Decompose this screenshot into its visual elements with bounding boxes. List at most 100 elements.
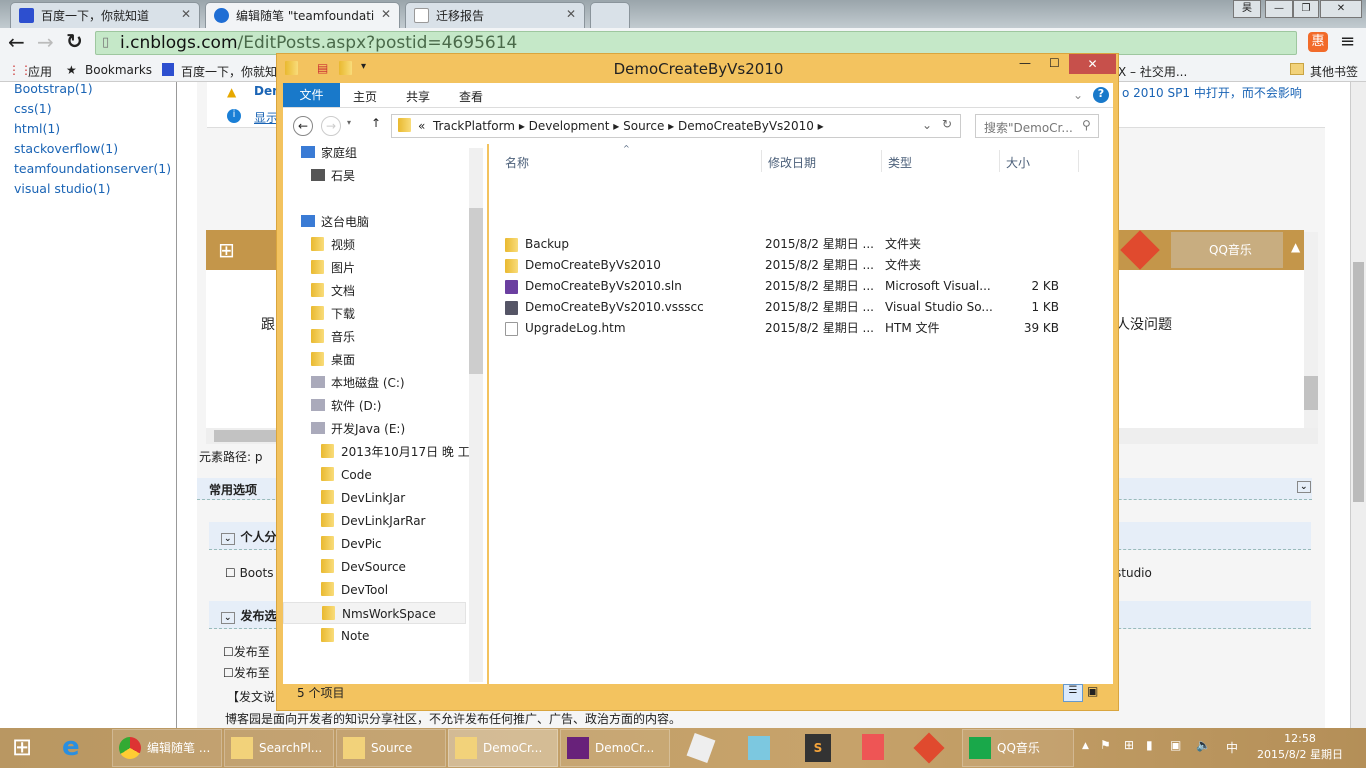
nav-item[interactable]: 家庭组 [283, 144, 466, 164]
collapse-icon[interactable]: ⌄ [221, 533, 235, 545]
category-checkbox[interactable]: ☐ Boots [225, 566, 273, 580]
nav-item[interactable]: 视频 [283, 234, 466, 256]
breadcrumb-item[interactable]: Development [529, 119, 610, 133]
taskbar-explorer-source[interactable]: Source [336, 729, 446, 767]
nav-item[interactable]: 本地磁盘 (C:) [283, 372, 466, 394]
nav-item[interactable]: 音乐 [283, 326, 466, 348]
paint-brush-icon[interactable] [686, 732, 716, 764]
new-tab-button[interactable] [590, 2, 630, 28]
minimize-button[interactable]: — [1265, 0, 1293, 18]
nav-item[interactable]: 开发Java (E:) [283, 418, 466, 440]
info-link[interactable]: 显示 [254, 109, 278, 126]
nav-item[interactable]: DevLinkJar [283, 487, 466, 509]
tab-view[interactable]: 查看 [459, 88, 483, 105]
taskbar-explorer-democr[interactable]: DemoCr... [448, 729, 558, 767]
bookmark-apps[interactable]: 应用 [28, 63, 52, 80]
breadcrumb-item[interactable]: TrackPlatform [433, 119, 515, 133]
ime-indicator[interactable]: 中 [1226, 739, 1238, 756]
bookmark-social[interactable]: X – 社交用... [1118, 63, 1187, 80]
column-name[interactable]: 名称 [505, 154, 529, 171]
close-button[interactable]: ✕ [1069, 54, 1116, 74]
notes-icon[interactable] [748, 736, 770, 760]
other-bookmarks[interactable]: 其他书签 [1310, 63, 1358, 80]
file-row[interactable]: DemoCreateByVs2010.vssscc 2015/8/2 星期日 ..… [489, 297, 1089, 318]
file-row[interactable]: Backup 2015/8/2 星期日 ... 文件夹 [489, 234, 1089, 255]
tab-edit-post[interactable]: 编辑随笔 "teamfoundati ✕ [205, 2, 400, 28]
taskbar-visual-studio[interactable]: DemoCr... [560, 729, 670, 767]
taskbar-chrome[interactable]: 编辑随笔 ... [112, 729, 222, 767]
search-input[interactable]: 搜索"DemoCr... ⚲ [975, 114, 1099, 138]
tab-share[interactable]: 共享 [406, 88, 430, 105]
nav-item[interactable]: 图片 [283, 257, 466, 279]
nav-item[interactable]: Code [283, 464, 466, 486]
tag-link[interactable]: stackoverflow(1) [14, 142, 176, 162]
tag-link[interactable]: css(1) [14, 102, 176, 122]
column-size[interactable]: 大小 [999, 150, 1079, 172]
sublime-icon[interactable]: S [805, 734, 831, 762]
nav-item[interactable]: 2013年10月17日 晚 工 [283, 441, 470, 463]
close-tab-icon[interactable]: ✕ [181, 7, 191, 21]
file-row[interactable]: DemoCreateByVs2010 2015/8/2 星期日 ... 文件夹 [489, 255, 1089, 276]
tab-file[interactable]: 文件 [283, 83, 340, 107]
nav-item[interactable]: 这台电脑 [283, 211, 466, 233]
close-window-button[interactable]: ✕ [1320, 0, 1362, 18]
collapse-icon[interactable]: ⌄ [221, 612, 235, 624]
nav-item[interactable]: NmsWorkSpace [283, 602, 466, 624]
reload-icon[interactable]: ↻ [66, 29, 83, 53]
git-icon[interactable] [913, 732, 945, 764]
extension-hui-icon[interactable]: 惠 [1308, 32, 1328, 52]
refresh-icon[interactable]: ↻ [942, 117, 952, 131]
tag-link[interactable]: teamfoundationserver(1) [14, 162, 176, 182]
nav-item[interactable]: DevTool [283, 579, 466, 601]
tag-link[interactable]: html(1) [14, 122, 176, 142]
address-dropdown-icon[interactable]: ⌄ [922, 118, 932, 132]
breadcrumb-item[interactable]: Source [623, 119, 664, 133]
page-vscroll[interactable] [1350, 82, 1366, 728]
forward-icon[interactable]: → [321, 116, 341, 136]
profile-button[interactable]: 昊 [1233, 0, 1261, 18]
show-hidden-icons[interactable]: ▲ [1082, 741, 1089, 751]
flag-icon[interactable]: ⚑ [1100, 738, 1111, 752]
taskbar-qq-music[interactable]: QQ音乐 [962, 729, 1074, 767]
start-windows-icon[interactable]: ⊞ [12, 733, 32, 761]
nav-item[interactable]: 石昊 [283, 165, 466, 187]
back-icon[interactable]: ← [8, 30, 25, 54]
breadcrumb[interactable]: « TrackPlatform ▸ Development ▸ Source ▸… [391, 114, 961, 138]
column-date[interactable]: 修改日期 [761, 150, 822, 172]
menu-icon[interactable]: ≡ [1340, 31, 1355, 52]
ie-icon[interactable]: e [62, 732, 80, 762]
nav-item[interactable]: DevPic [283, 533, 466, 555]
bookmark-bookmarks[interactable]: Bookmarks [85, 63, 152, 77]
tag-link[interactable]: visual studio(1) [14, 182, 176, 202]
taskbar-explorer-searchpl[interactable]: SearchPl... [224, 729, 334, 767]
up-icon[interactable]: ↑ [371, 116, 381, 130]
restore-button[interactable]: ❐ [1293, 0, 1319, 18]
column-type[interactable]: 类型 [881, 150, 918, 172]
bookmark-baidu[interactable]: 百度一下，你就知 [181, 63, 276, 80]
nav-item[interactable]: DevLinkJarRar [283, 510, 466, 532]
expand-ribbon-icon[interactable]: ⌄ [1073, 88, 1083, 102]
help-icon[interactable]: ? [1093, 87, 1109, 103]
maximize-button[interactable]: ☐ [1049, 56, 1060, 70]
battery-icon[interactable]: ▮ [1146, 738, 1153, 752]
windows-tray-icon[interactable]: ⊞ [1124, 738, 1134, 752]
recent-dropdown-icon[interactable]: ▾ [347, 118, 351, 127]
nav-item[interactable]: DevSource [283, 556, 466, 578]
collapse-icon[interactable]: ⌄ [1297, 481, 1311, 493]
nav-item[interactable]: 下载 [283, 303, 466, 325]
tab-migration-report[interactable]: 迁移报告 ✕ [405, 2, 585, 28]
nav-item[interactable]: 文档 [283, 280, 466, 302]
publish-checkbox[interactable]: ☐发布至 [223, 664, 270, 681]
breadcrumb-item[interactable]: DemoCreateByVs2010 [678, 119, 814, 133]
forward-icon[interactable]: → [37, 30, 54, 54]
tab-home[interactable]: 主页 [353, 88, 377, 105]
minimize-button[interactable]: — [1019, 56, 1031, 70]
editor-vscroll[interactable] [1304, 232, 1318, 428]
nav-item[interactable]: 桌面 [283, 349, 466, 371]
details-view-icon[interactable]: ☰ [1063, 684, 1083, 702]
nav-scrollbar[interactable] [469, 148, 483, 682]
clock[interactable]: 12:58 2015/8/2 星期日 [1250, 731, 1350, 763]
publish-checkbox[interactable]: ☐发布至 [223, 643, 270, 660]
tab-baidu[interactable]: 百度一下，你就知道 ✕ [10, 2, 200, 28]
file-row[interactable]: DemoCreateByVs2010.sln 2015/8/2 星期日 ... Mi… [489, 276, 1089, 297]
